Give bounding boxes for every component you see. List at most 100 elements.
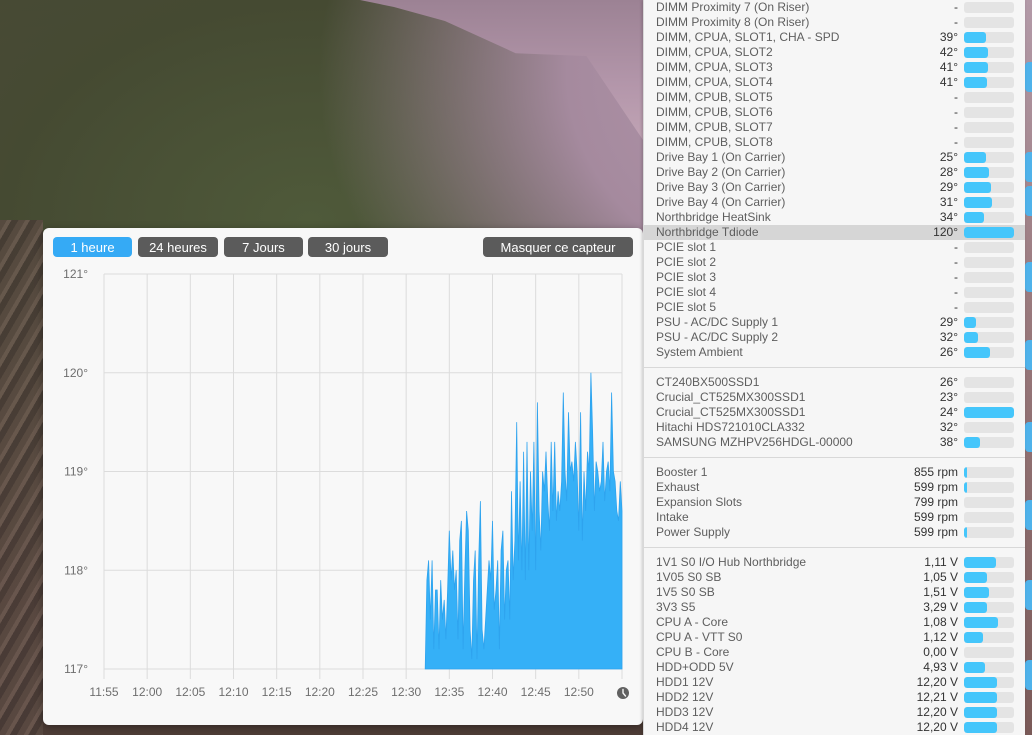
sensor-row[interactable]: Drive Bay 2 (On Carrier) 28° <box>644 165 1025 180</box>
y-tick-label: 117° <box>64 662 88 676</box>
sensor-row[interactable]: Booster 1 855 rpm <box>644 465 1025 480</box>
sensor-row[interactable]: DIMM, CPUA, SLOT2 42° <box>644 45 1025 60</box>
sensor-level-fill <box>964 62 988 73</box>
sensor-value: 799 rpm <box>913 495 958 509</box>
sensor-value: 23° <box>939 390 958 404</box>
sensor-level-fill <box>964 182 991 193</box>
sensor-value: - <box>954 15 958 29</box>
sensor-level-bar <box>964 107 1014 118</box>
background-window-tab <box>1025 186 1032 216</box>
sensor-name: Hitachi HDS721010CLA332 <box>656 420 805 434</box>
sensor-row[interactable]: DIMM, CPUA, SLOT4 41° <box>644 75 1025 90</box>
sensor-row[interactable]: Exhaust 599 rpm <box>644 480 1025 495</box>
sensor-level-bar <box>964 662 1014 673</box>
y-axis: 121° 120° 119° 118° 117° <box>63 267 88 676</box>
sensor-name: Crucial_CT525MX300SSD1 <box>656 390 806 404</box>
sensor-row[interactable]: Intake 599 rpm <box>644 510 1025 525</box>
sensor-level-fill <box>964 407 1014 418</box>
sensor-name: 1V1 S0 I/O Hub Northbridge <box>656 555 807 569</box>
sensor-row[interactable]: PCIE slot 1 - <box>644 240 1025 255</box>
sensor-row[interactable]: Power Supply 599 rpm <box>644 525 1025 540</box>
sensor-value: 32° <box>939 420 958 434</box>
sensor-name: PCIE slot 3 <box>656 270 717 284</box>
sensor-row[interactable]: CT240BX500SSD1 26° <box>644 375 1025 390</box>
sensor-value: 41° <box>939 75 958 89</box>
y-tick-label: 119° <box>64 465 88 479</box>
sensor-level-bar <box>964 332 1014 343</box>
sensor-name: Drive Bay 3 (On Carrier) <box>656 180 786 194</box>
sensor-value: - <box>954 0 958 14</box>
sensor-row[interactable]: HDD3 12V 12,20 V <box>644 705 1025 720</box>
sensor-row[interactable]: HDD2 12V 12,21 V <box>644 690 1025 705</box>
sensor-row[interactable]: Drive Bay 4 (On Carrier) 31° <box>644 195 1025 210</box>
sensor-row[interactable]: DIMM, CPUA, SLOT3 41° <box>644 60 1025 75</box>
sensor-row[interactable]: HDD4 12V 12,20 V <box>644 720 1025 735</box>
sensor-row[interactable]: CPU A - VTT S0 1,12 V <box>644 630 1025 645</box>
background-window-tab <box>1025 500 1032 530</box>
sensor-row[interactable]: Crucial_CT525MX300SSD1 24° <box>644 405 1025 420</box>
sensor-name: DIMM, CPUB, SLOT6 <box>656 105 773 119</box>
sensor-level-fill <box>964 692 997 703</box>
sensor-row[interactable]: HDD1 12V 12,20 V <box>644 675 1025 690</box>
sensor-row[interactable]: DIMM, CPUB, SLOT6 - <box>644 105 1025 120</box>
sensor-row[interactable]: Drive Bay 3 (On Carrier) 29° <box>644 180 1025 195</box>
sensor-level-bar <box>964 692 1014 703</box>
sensor-level-fill <box>964 317 976 328</box>
sensor-row[interactable]: PCIE slot 3 - <box>644 270 1025 285</box>
sensor-row[interactable]: PCIE slot 5 - <box>644 300 1025 315</box>
sensor-level-bar <box>964 587 1014 598</box>
sensor-value: 12,20 V <box>916 705 958 719</box>
sensor-level-fill <box>964 707 997 718</box>
sensor-row[interactable]: Expansion Slots 799 rpm <box>644 495 1025 510</box>
sensor-row[interactable]: Hitachi HDS721010CLA332 32° <box>644 420 1025 435</box>
sensor-row[interactable]: DIMM, CPUB, SLOT5 - <box>644 90 1025 105</box>
sensor-level-fill <box>964 602 987 613</box>
sensor-level-bar <box>964 482 1014 493</box>
sensor-level-fill <box>964 527 967 538</box>
sensor-level-fill <box>964 677 997 688</box>
sensor-row[interactable]: 1V5 S0 SB 1,51 V <box>644 585 1025 600</box>
sensor-value: - <box>954 240 958 254</box>
sensor-value: 12,20 V <box>916 675 958 689</box>
sensor-row[interactable]: PSU - AC/DC Supply 1 29° <box>644 315 1025 330</box>
sensor-row[interactable]: 3V3 S5 3,29 V <box>644 600 1025 615</box>
sensor-row[interactable]: DIMM, CPUB, SLOT7 - <box>644 120 1025 135</box>
sensor-row[interactable]: PSU - AC/DC Supply 2 32° <box>644 330 1025 345</box>
clock-icon[interactable] <box>617 687 629 699</box>
sensor-row[interactable]: Northbridge Tdiode 120° <box>644 225 1025 240</box>
sensor-history-popover: 1 heure 24 heures 7 Jours 30 jours Masqu… <box>43 228 643 725</box>
sensor-row[interactable]: System Ambient 26° <box>644 345 1025 360</box>
sensor-name: DIMM, CPUA, SLOT4 <box>656 75 773 89</box>
sensor-row[interactable]: HDD+ODD 5V 4,93 V <box>644 660 1025 675</box>
sensor-value: - <box>954 135 958 149</box>
sensor-level-bar <box>964 32 1014 43</box>
sensor-row[interactable]: SAMSUNG MZHPV256HDGL-00000 38° <box>644 435 1025 450</box>
sensor-row[interactable]: CPU B - Core 0,00 V <box>644 645 1025 660</box>
sensor-level-bar <box>964 197 1014 208</box>
background-window-tab <box>1025 660 1032 690</box>
sensor-row[interactable]: Crucial_CT525MX300SSD1 23° <box>644 390 1025 405</box>
sensor-level-bar <box>964 257 1014 268</box>
sensor-value: 28° <box>939 165 958 179</box>
sensor-row[interactable]: DIMM Proximity 7 (On Riser) - <box>644 0 1025 15</box>
x-tick-label: 12:25 <box>348 685 378 699</box>
sensor-row[interactable]: Northbridge HeatSink 34° <box>644 210 1025 225</box>
sensor-row[interactable]: 1V1 S0 I/O Hub Northbridge 1,11 V <box>644 555 1025 570</box>
sensor-value: 31° <box>939 195 958 209</box>
sensor-level-bar <box>964 122 1014 133</box>
sensor-group-voltages: 1V1 S0 I/O Hub Northbridge 1,11 V 1V05 S0 … <box>644 547 1025 735</box>
sensor-name: CPU A - VTT S0 <box>656 630 743 644</box>
sensor-value: - <box>954 90 958 104</box>
sensor-row[interactable]: PCIE slot 2 - <box>644 255 1025 270</box>
sensor-row[interactable]: DIMM, CPUB, SLOT8 - <box>644 135 1025 150</box>
sensor-name: DIMM, CPUB, SLOT5 <box>656 90 773 104</box>
sensor-row[interactable]: DIMM Proximity 8 (On Riser) - <box>644 15 1025 30</box>
sensor-row[interactable]: DIMM, CPUA, SLOT1, CHA - SPD 39° <box>644 30 1025 45</box>
sensor-level-bar <box>964 182 1014 193</box>
sensor-row[interactable]: 1V05 S0 SB 1,05 V <box>644 570 1025 585</box>
sensor-row[interactable]: PCIE slot 4 - <box>644 285 1025 300</box>
sensor-row[interactable]: Drive Bay 1 (On Carrier) 25° <box>644 150 1025 165</box>
sensor-name: CPU A - Core <box>656 615 729 629</box>
sensor-row[interactable]: CPU A - Core 1,08 V <box>644 615 1025 630</box>
sensor-level-bar <box>964 722 1014 733</box>
